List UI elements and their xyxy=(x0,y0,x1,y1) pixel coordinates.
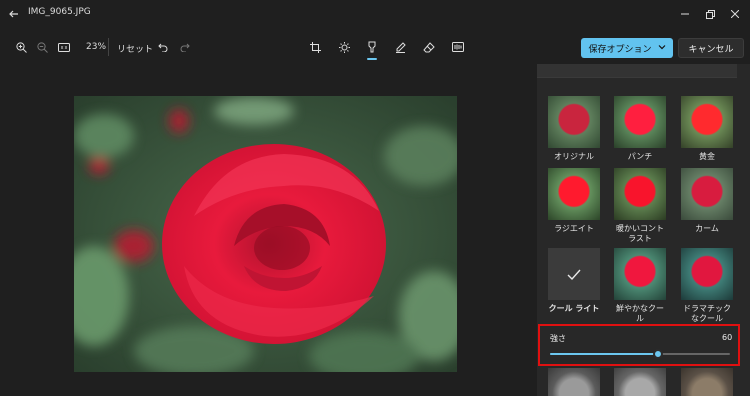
filter-label: パンチ xyxy=(627,152,653,161)
background-blur-icon[interactable] xyxy=(449,38,467,56)
filter-label: ラジエイト xyxy=(554,224,594,233)
zoom-out-icon[interactable] xyxy=(33,38,51,56)
filter-label: クール ライト xyxy=(548,304,600,313)
active-tool-indicator xyxy=(367,58,377,60)
actual-size-icon[interactable] xyxy=(55,38,73,56)
filter-vivid-cool[interactable]: 鮮やかなクール xyxy=(614,248,668,324)
filter-sepia-thumbnail[interactable] xyxy=(681,368,733,396)
cancel-button[interactable]: キャンセル xyxy=(678,38,744,58)
strength-label: 強さ xyxy=(550,334,566,343)
filter-radiate[interactable]: ラジエイト xyxy=(548,168,602,234)
erase-icon[interactable] xyxy=(420,38,438,56)
chevron-down-icon xyxy=(658,43,666,53)
redo-icon[interactable] xyxy=(176,38,194,56)
strength-slider-fill xyxy=(550,353,658,355)
brightness-icon[interactable] xyxy=(335,38,353,56)
filter-punch[interactable]: パンチ xyxy=(614,96,668,162)
filter-bw-thumbnail[interactable] xyxy=(614,368,666,396)
panel-top-edge xyxy=(537,64,737,78)
filter-bw-thumbnail[interactable] xyxy=(548,368,600,396)
toolbar-divider xyxy=(108,38,109,56)
filter-original[interactable]: オリジナル xyxy=(548,96,602,162)
filter-calm[interactable]: カーム xyxy=(681,168,735,234)
zoom-in-icon[interactable] xyxy=(12,38,30,56)
filter-label: カーム xyxy=(695,224,719,233)
rose-photo xyxy=(74,96,457,372)
filter-label: オリジナル xyxy=(554,152,594,161)
title-bar: IMG_9065.JPG xyxy=(0,0,750,28)
filter-thumbnail xyxy=(548,96,600,148)
filter-thumbnail xyxy=(681,96,733,148)
filter-cool-light[interactable]: クール ライト xyxy=(548,248,602,314)
save-options-label: 保存オプション xyxy=(588,44,652,55)
filter-dramatic-cool[interactable]: ドラマチックなクール xyxy=(681,248,735,324)
filter-icon[interactable] xyxy=(363,38,381,56)
filter-label: ドラマチックなクール xyxy=(683,304,731,323)
filter-label: 黄金 xyxy=(699,152,715,161)
filter-thumbnail xyxy=(614,248,666,300)
strength-slider-track[interactable] xyxy=(550,353,730,355)
filter-golden[interactable]: 黄金 xyxy=(681,96,735,162)
back-arrow-icon[interactable] xyxy=(6,6,22,22)
filter-thumbnail xyxy=(548,168,600,220)
strength-highlight-box xyxy=(538,324,740,366)
strength-slider-thumb[interactable] xyxy=(653,349,663,359)
close-icon[interactable] xyxy=(725,4,745,24)
filter-thumbnail xyxy=(681,168,733,220)
undo-icon[interactable] xyxy=(154,38,172,56)
filter-thumbnail xyxy=(681,248,733,300)
crop-icon[interactable] xyxy=(306,38,324,56)
strength-value: 60 xyxy=(722,333,733,342)
filter-label: 暖かいコントラスト xyxy=(616,224,664,243)
window-title: IMG_9065.JPG xyxy=(28,7,91,17)
filter-thumbnail xyxy=(614,168,666,220)
zoom-level: 23% xyxy=(86,42,107,52)
reset-button[interactable]: リセット xyxy=(117,42,153,55)
filter-warm-contrast[interactable]: 暖かいコントラスト xyxy=(614,168,668,244)
minimize-icon[interactable] xyxy=(675,4,695,24)
selected-check-icon xyxy=(548,248,600,300)
save-options-button[interactable]: 保存オプション xyxy=(581,38,673,58)
filter-thumbnail xyxy=(614,96,666,148)
photo-canvas[interactable] xyxy=(74,96,457,372)
restore-icon[interactable] xyxy=(700,4,720,24)
markup-pen-icon[interactable] xyxy=(391,38,409,56)
filter-label: 鮮やかなクール xyxy=(616,304,664,323)
